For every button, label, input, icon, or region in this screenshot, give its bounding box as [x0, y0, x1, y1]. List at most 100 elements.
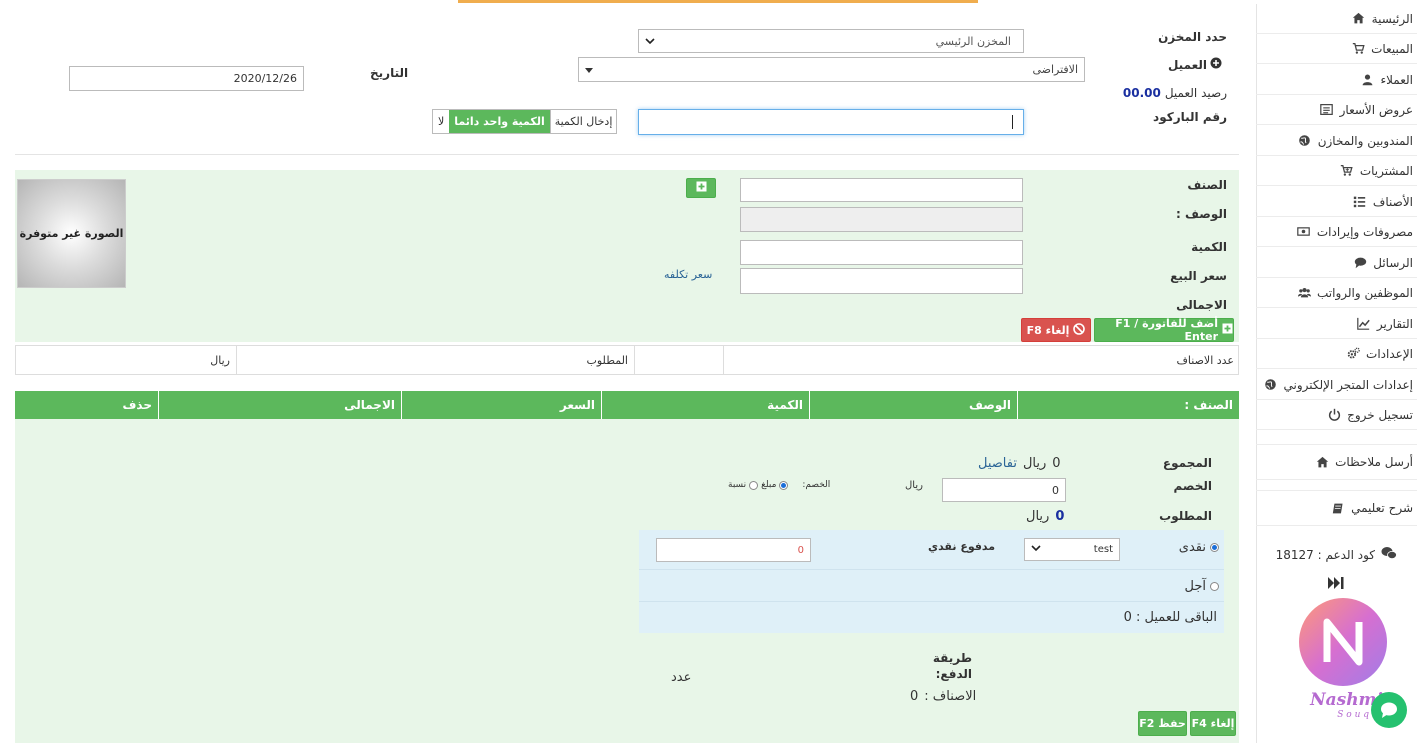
column-header-total: الاجمالى: [158, 391, 401, 419]
date-input[interactable]: 2020/12/26: [69, 66, 304, 91]
sidebar-item-tutorial[interactable]: شرح تعليمي: [1256, 490, 1417, 526]
discount-input[interactable]: 0: [942, 478, 1066, 502]
chat-widget-button[interactable]: [1371, 692, 1407, 728]
collapse-sidebar-icon[interactable]: [1327, 576, 1345, 593]
cash-paid-label: مدفوع نقدي: [928, 540, 996, 553]
required-value: 0: [1055, 509, 1065, 524]
cost-price-link[interactable]: سعر تكلفه: [664, 268, 712, 281]
qty-one-always-option[interactable]: الكمية واحد دائما: [449, 110, 550, 133]
save-invoice-button[interactable]: حفظ F2: [1138, 711, 1187, 736]
sidebar-item-reps-warehouses[interactable]: المندوبين والمخازن: [1256, 126, 1417, 156]
discount-amount-radio[interactable]: [779, 480, 789, 490]
sidebar-item-expenses-revenues[interactable]: مصروفات وإيرادات: [1256, 217, 1417, 247]
item-input[interactable]: [740, 178, 1023, 202]
discount-percent-radio[interactable]: [749, 480, 759, 490]
chart-icon: [1357, 317, 1371, 331]
warehouse-label: حدد المخزن: [1158, 30, 1227, 44]
home-icon: [1352, 12, 1366, 26]
line-total-label: الاجمالى: [1176, 298, 1227, 312]
brand-subtitle: S o u q: [1337, 710, 1369, 720]
ban-icon: [1073, 322, 1086, 338]
barcode-input[interactable]: [638, 109, 1024, 135]
sidebar-item-label: إعدادات المتجر الإلكتروني: [1283, 377, 1414, 392]
summary-row: عدد الاصناف المطلوب ريال: [15, 345, 1239, 375]
credit-option[interactable]: آجل: [1185, 579, 1219, 594]
sidebar-item-label: الرئيسية: [1371, 11, 1413, 26]
sidebar-item-sales[interactable]: المبيعات: [1256, 34, 1417, 64]
sidebar-item-label: أرسل ملاحظات: [1335, 455, 1413, 469]
date-label: التاريخ: [370, 66, 409, 80]
add-to-invoice-button[interactable]: أضف للفاتورة F1 / Enter: [1094, 317, 1234, 343]
customer-balance-value: 00.00: [1122, 86, 1161, 100]
sell-price-input[interactable]: [740, 268, 1023, 294]
sidebar-item-label: الإعدادات: [1366, 346, 1413, 361]
item-label: الصنف: [1187, 178, 1227, 192]
chat-bubble-icon: [1381, 702, 1397, 718]
sidebar-item-quotes[interactable]: عروض الأسعار: [1256, 95, 1417, 125]
cash-option[interactable]: نقدى: [1179, 540, 1219, 555]
customer-label: العميل: [1167, 57, 1207, 72]
cash-radio[interactable]: [1210, 543, 1219, 552]
sidebar-item-home[interactable]: الرئيسية: [1256, 4, 1417, 34]
home-icon: [1315, 455, 1329, 469]
header-divider: [15, 154, 1239, 155]
qty-entry-toggle[interactable]: إدخال الكمية الكمية واحد دائما لا: [432, 109, 618, 134]
support-code: كود الدعم : 18127: [1276, 546, 1397, 563]
sidebar-item-logout[interactable]: تسجيل خروج: [1256, 400, 1417, 430]
qty-entry-label: إدخال الكمية: [549, 110, 617, 133]
discount-currency: ريال: [905, 480, 923, 491]
cancel-invoice-button[interactable]: إلغاء F4: [1190, 711, 1236, 736]
quantity-label: الكمية: [1191, 240, 1227, 254]
add-customer-icon[interactable]: [1210, 57, 1222, 72]
sidebar-item-employees[interactable]: الموظفين والرواتب: [1256, 278, 1417, 308]
column-header-description: الوصف: [809, 391, 1017, 419]
sidebar-item-store-settings[interactable]: إعدادات المتجر الإلكتروني: [1256, 370, 1417, 400]
credit-radio[interactable]: [1210, 582, 1219, 591]
sum-details-link[interactable]: تفاصيل: [978, 456, 1017, 471]
cash-account-select[interactable]: test: [1024, 538, 1120, 561]
sidebar-item-customers[interactable]: العملاء: [1256, 65, 1417, 95]
customer-balance: رصيد العميل 00.00: [1122, 86, 1227, 100]
item-image-placeholder: الصورة غير متوفرة: [17, 179, 126, 288]
payment-method-label: طريقة الدفع:: [932, 651, 972, 681]
discount-type-group: الخصم: مبلغ نسبة: [728, 480, 831, 490]
add-item-button[interactable]: [686, 178, 716, 198]
top-accent-bar: [458, 0, 978, 3]
quantity-input[interactable]: [740, 240, 1023, 265]
warehouse-select[interactable]: المخزن الرئيسي: [638, 29, 1024, 53]
qty-no-option[interactable]: لا: [433, 110, 449, 133]
plus-square-icon: [696, 181, 707, 195]
item-count-value-cell: [634, 346, 723, 374]
sidebar-item-feedback[interactable]: أرسل ملاحظات: [1256, 444, 1417, 480]
cash-paid-input[interactable]: 0: [656, 538, 811, 562]
sidebar-item-label: التقارير: [1376, 316, 1413, 331]
barcode-label: رقم الباركود: [1153, 110, 1227, 124]
chat-icon: [1353, 256, 1367, 270]
sidebar-item-settings[interactable]: الإعدادات: [1256, 339, 1417, 369]
users-icon: [1297, 286, 1311, 300]
cart-add-icon: [1340, 164, 1354, 178]
sum-label: المجموع: [1162, 456, 1212, 470]
discount-label: الخصم: [1173, 479, 1212, 493]
customer-select[interactable]: الافتراضى: [578, 57, 1085, 82]
sell-price-label: سعر البيع: [1170, 269, 1227, 283]
sidebar-item-label: الرسائل: [1373, 255, 1413, 270]
invoice-table-header: الصنف : الوصف الكمية السعر الاجمالى حذف: [15, 391, 1239, 419]
globe-icon: [1264, 378, 1278, 392]
sidebar-item-items[interactable]: الأصناف: [1256, 187, 1417, 217]
description-input[interactable]: [740, 207, 1023, 232]
sidebar-item-label: المندوبين والمخازن: [1317, 133, 1413, 148]
sidebar-item-label: المبيعات: [1371, 41, 1413, 56]
sidebar-item-label: المشتريات: [1359, 163, 1413, 178]
items-count-value: 0: [910, 689, 919, 704]
remaining-to-customer: الباقى للعميل : 0: [1123, 610, 1217, 625]
description-label: الوصف :: [1175, 207, 1227, 221]
count-word: عدد: [671, 670, 692, 685]
user-icon: [1360, 73, 1374, 87]
cancel-item-button[interactable]: إلغاء F8: [1021, 318, 1091, 342]
sidebar-item-reports[interactable]: التقارير: [1256, 309, 1417, 339]
sidebar: الرئيسية المبيعات العملاء عروض الأسعار ا…: [1256, 4, 1417, 743]
sidebar-item-purchases[interactable]: المشتريات: [1256, 156, 1417, 186]
sidebar-item-messages[interactable]: الرسائل: [1256, 248, 1417, 278]
sidebar-item-label: شرح تعليمي: [1351, 501, 1413, 515]
